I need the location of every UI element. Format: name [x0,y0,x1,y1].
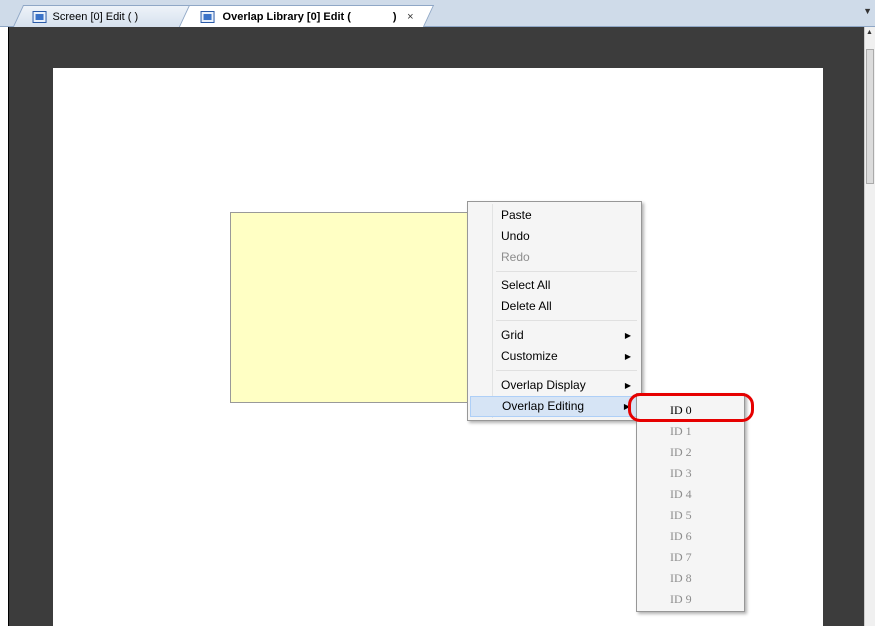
close-icon[interactable]: × [407,11,413,23]
document-tab-bar: Screen [0] Edit ( ) Overlap Library [0] … [0,0,875,27]
submenu-arrow-icon: ▶ [624,381,631,390]
overlap-window-rect[interactable] [230,212,470,403]
menu-separator [496,271,637,272]
menu-item-overlap-editing[interactable]: Overlap Editing ▶ [470,396,639,417]
tab-list-dropdown-icon[interactable]: ▼ [863,6,872,16]
tab-screen-edit[interactable]: Screen [0] Edit ( ) [12,5,202,27]
submenu-item-id-5: ID 5 [670,508,692,522]
overlap-library-icon [200,10,215,23]
menu-separator [496,370,637,371]
tab-screen-edit-label: Screen [0] Edit ( ) [52,10,139,23]
screen-edit-icon [32,10,47,23]
menu-item-paste[interactable]: Paste [470,205,639,226]
submenu-item-id-7: ID 7 [670,550,692,564]
menu-item-customize[interactable]: Customize ▶ [470,346,639,367]
submenu-item-id-6: ID 6 [670,529,692,543]
menu-separator [496,320,637,321]
menu-item-redo: Redo [501,250,530,264]
submenu-item-id-2: ID 2 [670,445,692,459]
submenu-item-id-8: ID 8 [670,571,692,585]
context-menu: Paste Undo Redo Select All Delete All Gr… [467,201,642,421]
menu-item-grid[interactable]: Grid ▶ [470,325,639,346]
submenu-arrow-icon: ▶ [624,352,631,361]
submenu-arrow-icon: ▶ [624,331,631,340]
tab-overlap-library-edit[interactable]: Overlap Library [0] Edit ( ) × [178,5,435,27]
red-highlight-ring [628,393,754,422]
submenu-item-id-4: ID 4 [670,487,692,501]
menu-item-undo[interactable]: Undo [470,226,639,247]
menu-item-delete-all[interactable]: Delete All [470,296,639,317]
menu-item-overlap-display[interactable]: Overlap Display ▶ [470,375,639,396]
tab-overlap-library-label: Overlap Library [0] Edit ( [222,10,352,23]
scrollbar-thumb[interactable] [866,49,874,184]
tab-overlap-library-suffix: ) [393,10,397,23]
submenu-item-id-9: ID 9 [670,592,692,606]
menu-item-select-all[interactable]: Select All [470,275,639,296]
submenu-item-id-1: ID 1 [670,424,692,438]
submenu-item-id-3: ID 3 [670,466,692,480]
overlap-editing-submenu: ID 0 ID 1 ID 2 ID 3 ID 4 ID 5 ID 6 ID 7 … [636,393,745,612]
scroll-up-icon[interactable]: ▲ [866,29,873,36]
vertical-scrollbar[interactable]: ▲ [864,27,875,626]
